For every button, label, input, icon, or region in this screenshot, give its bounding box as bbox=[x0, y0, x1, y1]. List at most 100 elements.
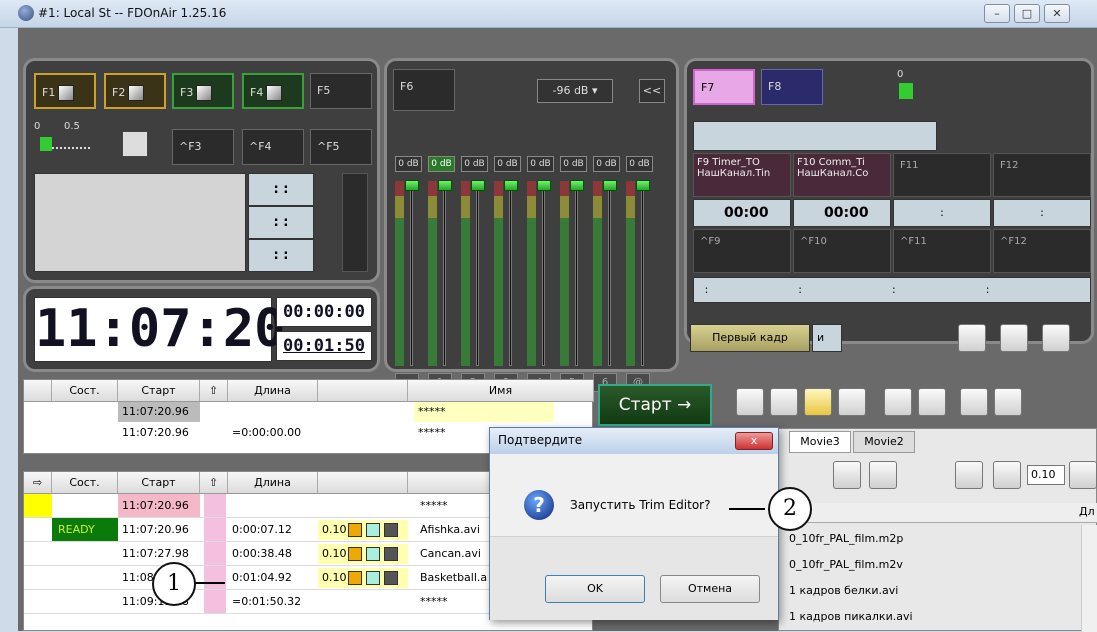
file-item[interactable]: 1 кадров пикалки.avi bbox=[789, 607, 913, 627]
f1-key[interactable]: F1 bbox=[34, 73, 96, 109]
ctrl-f12-key[interactable]: ^F12 bbox=[993, 229, 1091, 273]
state-header[interactable]: Сост. bbox=[52, 380, 118, 402]
ok-button[interactable]: OK bbox=[545, 575, 645, 603]
text-field[interactable] bbox=[693, 121, 937, 151]
toolbar-icon[interactable] bbox=[1069, 461, 1097, 489]
channel-db-button[interactable]: 0 dB bbox=[395, 156, 422, 172]
channel-db-button[interactable]: 0 dB bbox=[626, 156, 653, 172]
toolbar-icon[interactable] bbox=[838, 388, 866, 416]
sort-icon[interactable]: ⇧ bbox=[200, 380, 228, 402]
f9-timer[interactable]: 00:00 bbox=[693, 199, 791, 227]
mix-value-field[interactable]: 0.10 bbox=[1027, 465, 1065, 485]
toolbar-icon[interactable] bbox=[993, 461, 1021, 489]
ctrl-f3-key[interactable]: ^F3 bbox=[172, 129, 234, 165]
channel-fader[interactable] bbox=[443, 181, 446, 366]
channel-db-button[interactable]: 0 dB bbox=[461, 156, 488, 172]
f10-key[interactable]: F10 Comm_Ti НашКанал.Co bbox=[793, 153, 891, 197]
bottom-slots[interactable]: :::: bbox=[693, 277, 1091, 303]
f7-key[interactable]: F7 bbox=[693, 69, 755, 105]
channel-fader[interactable] bbox=[509, 181, 512, 366]
file-item[interactable]: 1 кадров белки.avi bbox=[789, 581, 898, 601]
toolbar-icon[interactable] bbox=[994, 388, 1022, 416]
start-header[interactable]: Старт bbox=[118, 380, 200, 402]
toolbar-icon[interactable] bbox=[770, 388, 798, 416]
sort-icon[interactable]: ⇧ bbox=[200, 472, 228, 494]
file-item[interactable]: 0_10fr_PAL_film.m2v bbox=[789, 555, 903, 575]
channel-fader[interactable] bbox=[575, 181, 578, 366]
master-level-dropdown[interactable]: -96 dB ▾ bbox=[537, 79, 613, 103]
toolbar-icon[interactable] bbox=[833, 461, 861, 489]
fader-knob[interactable] bbox=[537, 180, 551, 191]
ctrl-f10-key[interactable]: ^F10 bbox=[793, 229, 891, 273]
toolbar-icon[interactable] bbox=[955, 461, 983, 489]
maximize-button[interactable]: □ bbox=[1014, 4, 1040, 23]
toolbar-icon[interactable] bbox=[884, 388, 912, 416]
first-frame-button[interactable]: Первый кадр bbox=[690, 324, 810, 352]
fader-knob[interactable] bbox=[603, 180, 617, 191]
close-button[interactable]: ✕ bbox=[1044, 4, 1070, 23]
ctrl-f5-key[interactable]: ^F5 bbox=[310, 129, 372, 165]
f10-timer[interactable]: 00:00 bbox=[793, 199, 891, 227]
help-icon[interactable] bbox=[1000, 324, 1028, 352]
time-slot[interactable]: : : bbox=[248, 206, 314, 239]
channel-fader[interactable] bbox=[476, 181, 479, 366]
time-slot[interactable]: : : bbox=[248, 239, 314, 272]
length-header[interactable]: Длина bbox=[228, 472, 318, 494]
toolbar-icon[interactable] bbox=[804, 388, 832, 416]
folder-icon[interactable] bbox=[1042, 324, 1070, 352]
f11-key[interactable]: F11 bbox=[893, 153, 991, 197]
f6-key[interactable]: F6 bbox=[393, 69, 455, 111]
fader-knob[interactable] bbox=[504, 180, 518, 191]
fader-knob[interactable] bbox=[471, 180, 485, 191]
fader-knob[interactable] bbox=[438, 180, 452, 191]
f12-key[interactable]: F12 bbox=[993, 153, 1091, 197]
channel-db-button[interactable]: 0 dB bbox=[593, 156, 620, 172]
f12-slot[interactable]: : bbox=[993, 199, 1091, 227]
file-item[interactable]: 0_10fr_PAL_film.m2p bbox=[789, 529, 903, 549]
f11-slot[interactable]: : bbox=[893, 199, 991, 227]
channel-fader[interactable] bbox=[641, 181, 644, 366]
toolbar-icon[interactable] bbox=[960, 388, 988, 416]
channel-db-button[interactable]: 0 dB bbox=[494, 156, 521, 172]
minimize-button[interactable]: – bbox=[984, 4, 1010, 23]
fader-knob[interactable] bbox=[570, 180, 584, 191]
collapse-button[interactable]: << bbox=[639, 79, 665, 103]
ctrl-f11-key[interactable]: ^F11 bbox=[893, 229, 991, 273]
ctrl-f4-key[interactable]: ^F4 bbox=[242, 129, 304, 165]
f5-key[interactable]: F5 bbox=[310, 73, 372, 109]
file-scrollbar[interactable] bbox=[1081, 525, 1097, 632]
cancel-button[interactable]: Отмена bbox=[660, 575, 760, 603]
start-button[interactable]: Старт → bbox=[598, 384, 712, 426]
f4-key[interactable]: F4 bbox=[242, 73, 304, 109]
f9-key[interactable]: F9 Timer_TO НашКанал.Tin bbox=[693, 153, 791, 197]
edit-icon[interactable] bbox=[958, 324, 986, 352]
channel-db-button[interactable]: 0 dB bbox=[560, 156, 587, 172]
channel-db-button[interactable]: 0 dB bbox=[527, 156, 554, 172]
file-length-header[interactable]: Дл bbox=[1079, 505, 1095, 518]
ctrl-f9-key[interactable]: ^F9 bbox=[693, 229, 791, 273]
name-header[interactable]: Имя bbox=[408, 380, 594, 402]
tab-movie2[interactable]: Movie2 bbox=[853, 431, 915, 453]
channel-db-button[interactable]: 0 dB bbox=[428, 156, 455, 172]
delete-clip-icon[interactable] bbox=[122, 131, 148, 157]
f8-key[interactable]: F8 bbox=[761, 69, 823, 105]
f3-key[interactable]: F3 bbox=[172, 73, 234, 109]
first-frame-extra[interactable]: и bbox=[812, 324, 842, 352]
fader-knob[interactable] bbox=[405, 180, 419, 191]
tab-movie3[interactable]: Movie3 bbox=[789, 431, 851, 453]
channel-fader[interactable] bbox=[542, 181, 545, 366]
side-slot[interactable] bbox=[342, 173, 368, 272]
channel-fader[interactable] bbox=[410, 181, 413, 366]
length-header[interactable]: Длина bbox=[228, 380, 318, 402]
title-icon[interactable] bbox=[869, 461, 897, 489]
dialog-close-button[interactable]: x bbox=[735, 432, 773, 450]
toolbar-icon[interactable] bbox=[736, 388, 764, 416]
toolbar-icon[interactable] bbox=[918, 388, 946, 416]
fader-knob[interactable] bbox=[636, 180, 650, 191]
state-header[interactable]: Сост. bbox=[52, 472, 118, 494]
channel-fader[interactable] bbox=[608, 181, 611, 366]
time-slot[interactable]: : : bbox=[248, 173, 314, 206]
start-header[interactable]: Старт bbox=[118, 472, 200, 494]
f2-key[interactable]: F2 bbox=[104, 73, 166, 109]
slider-knob[interactable] bbox=[40, 137, 52, 151]
